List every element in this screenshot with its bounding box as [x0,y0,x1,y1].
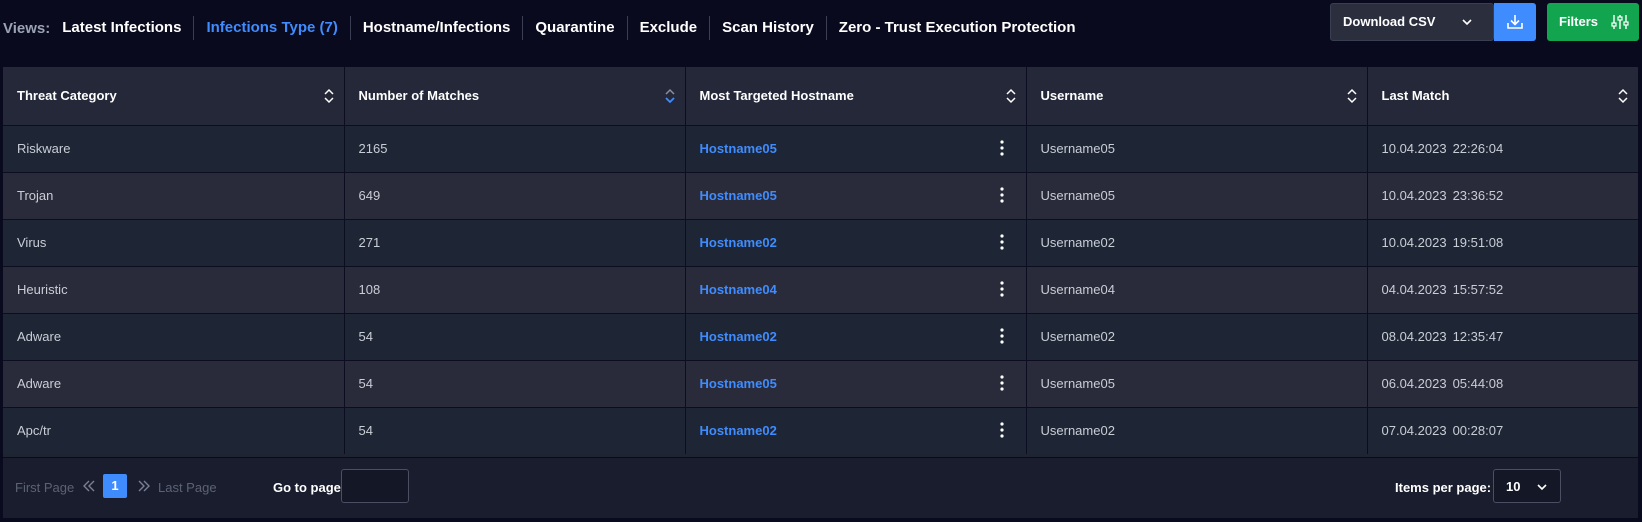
tab-quarantine[interactable]: Quarantine [522,16,626,40]
tab-exclude[interactable]: Exclude [626,16,710,40]
cell-threat-category: Virus [3,219,345,266]
chevron-double-right-icon[interactable] [137,479,151,493]
cell-username: Username02 [1026,313,1368,360]
current-page-button[interactable]: 1 [103,474,127,498]
tab-hostname-infections[interactable]: Hostname/Infections [349,16,523,40]
cell-last-match: 08.04.2023 12:35:47 [1381,329,1504,344]
items-per-page-value: 10 [1506,479,1521,494]
cell-threat-category: Trojan [3,172,345,219]
column-header-username[interactable]: Username [1026,67,1368,125]
kebab-menu-icon[interactable] [999,233,1004,250]
table-row[interactable]: Apc/tr 54 Hostname02 Username02 07.04.20… [3,407,1638,454]
download-csv-label: Download CSV [1343,14,1436,29]
kebab-menu-icon[interactable] [999,374,1004,391]
kebab-menu-icon[interactable] [999,139,1004,156]
sort-desc-icon[interactable] [664,87,675,105]
infections-table: Threat Category Number of Matches Most T… [3,67,1638,457]
tab-infections-type[interactable]: Infections Type (7) [193,16,349,40]
table-row[interactable]: Virus 271 Hostname02 Username02 10.04.20… [3,219,1638,266]
filters-button[interactable]: Filters [1547,3,1639,41]
cell-hostname: Hostname02 [685,219,1027,266]
hostname-link[interactable]: Hostname05 [700,141,777,156]
table-row[interactable]: Adware 54 Hostname02 Username02 08.04.20… [3,313,1638,360]
cell-hostname: Hostname04 [685,266,1027,313]
tab-zero-trust[interactable]: Zero - Trust Execution Protection [825,16,1088,40]
table-row[interactable]: Heuristic 108 Hostname04 Username04 04.0… [3,266,1638,313]
table-row[interactable]: Adware 54 Hostname05 Username05 06.04.20… [3,360,1638,407]
column-header-last-match[interactable]: Last Match [1367,67,1638,125]
sliders-icon [1611,15,1629,29]
column-header-number-of-matches[interactable]: Number of Matches [344,67,686,125]
cell-username: Username05 [1026,125,1368,172]
hostname-link[interactable]: Hostname04 [700,282,777,297]
items-per-page-select[interactable]: 10 [1493,469,1561,503]
cell-username: Username02 [1026,219,1368,266]
cell-last-match: 10.04.2023 23:36:52 [1381,188,1504,203]
hostname-link[interactable]: Hostname02 [700,235,777,250]
cell-threat-category: Riskware [3,125,345,172]
sort-updown-icon[interactable] [323,87,334,105]
hostname-link[interactable]: Hostname02 [700,423,777,438]
cell-hostname: Hostname05 [685,360,1027,407]
cell-username: Username05 [1026,172,1368,219]
table-row[interactable]: Riskware 2165 Hostname05 Username05 10.0… [3,125,1638,172]
items-per-page-label: Items per page: [1395,480,1492,495]
cell-number-of-matches: 54 [344,360,686,407]
cell-number-of-matches: 54 [344,407,686,454]
download-csv-dropdown[interactable]: Download CSV [1330,3,1494,41]
cell-number-of-matches: 108 [344,266,686,313]
cell-number-of-matches: 271 [344,219,686,266]
cell-last-match: 10.04.2023 19:51:08 [1381,235,1504,250]
table-footer: First Page 1 Last Page Go to page: Items… [3,458,1638,518]
filters-label: Filters [1559,14,1599,29]
views-nav: Views: Latest Infections Infections Type… [3,16,1088,40]
hostname-link[interactable]: Hostname02 [700,329,777,344]
chevron-down-icon [1537,484,1547,491]
go-to-page-input[interactable] [341,469,409,503]
download-icon [1507,15,1523,29]
kebab-menu-icon[interactable] [999,186,1004,203]
cell-number-of-matches: 54 [344,313,686,360]
cell-number-of-matches: 649 [344,172,686,219]
cell-username: Username02 [1026,407,1368,454]
last-page-link[interactable]: Last Page [158,480,217,495]
cell-last-match: 07.04.2023 00:28:07 [1381,423,1504,439]
cell-threat-category: Adware [3,360,345,407]
cell-threat-category: Adware [3,313,345,360]
top-bar: Views: Latest Infections Infections Type… [0,0,1642,56]
chevron-double-left-icon[interactable] [82,479,96,493]
hostname-link[interactable]: Hostname05 [700,376,777,391]
table-header-row: Threat Category Number of Matches Most T… [3,67,1638,125]
go-to-page-label: Go to page: [273,480,346,495]
cell-number-of-matches: 2165 [344,125,686,172]
cell-last-match: 04.04.2023 15:57:52 [1381,282,1504,297]
cell-threat-category: Heuristic [3,266,345,313]
cell-last-match: 06.04.2023 05:44:08 [1381,376,1504,391]
download-button[interactable] [1494,3,1536,41]
sort-updown-icon[interactable] [1005,87,1016,105]
kebab-menu-icon[interactable] [999,280,1004,297]
column-header-threat-category[interactable]: Threat Category [3,67,345,125]
table-row[interactable]: Trojan 649 Hostname05 Username05 10.04.2… [3,172,1638,219]
hostname-link[interactable]: Hostname05 [700,188,777,203]
cell-hostname: Hostname05 [685,125,1027,172]
first-page-link[interactable]: First Page [15,480,74,495]
cell-username: Username04 [1026,266,1368,313]
kebab-menu-icon[interactable] [999,421,1004,438]
sort-updown-icon[interactable] [1618,87,1628,105]
cell-username: Username05 [1026,360,1368,407]
views-label: Views: [3,19,51,37]
cell-hostname: Hostname02 [685,407,1027,454]
cell-hostname: Hostname05 [685,172,1027,219]
tab-scan-history[interactable]: Scan History [709,16,826,40]
tab-latest-infections[interactable]: Latest Infections [62,16,193,40]
cell-threat-category: Apc/tr [3,407,345,454]
sort-updown-icon[interactable] [1346,87,1357,105]
cell-hostname: Hostname02 [685,313,1027,360]
cell-last-match: 10.04.2023 22:26:04 [1381,141,1504,156]
chevron-down-icon [1462,19,1472,26]
kebab-menu-icon[interactable] [999,327,1004,344]
column-header-most-targeted-hostname[interactable]: Most Targeted Hostname [685,67,1027,125]
